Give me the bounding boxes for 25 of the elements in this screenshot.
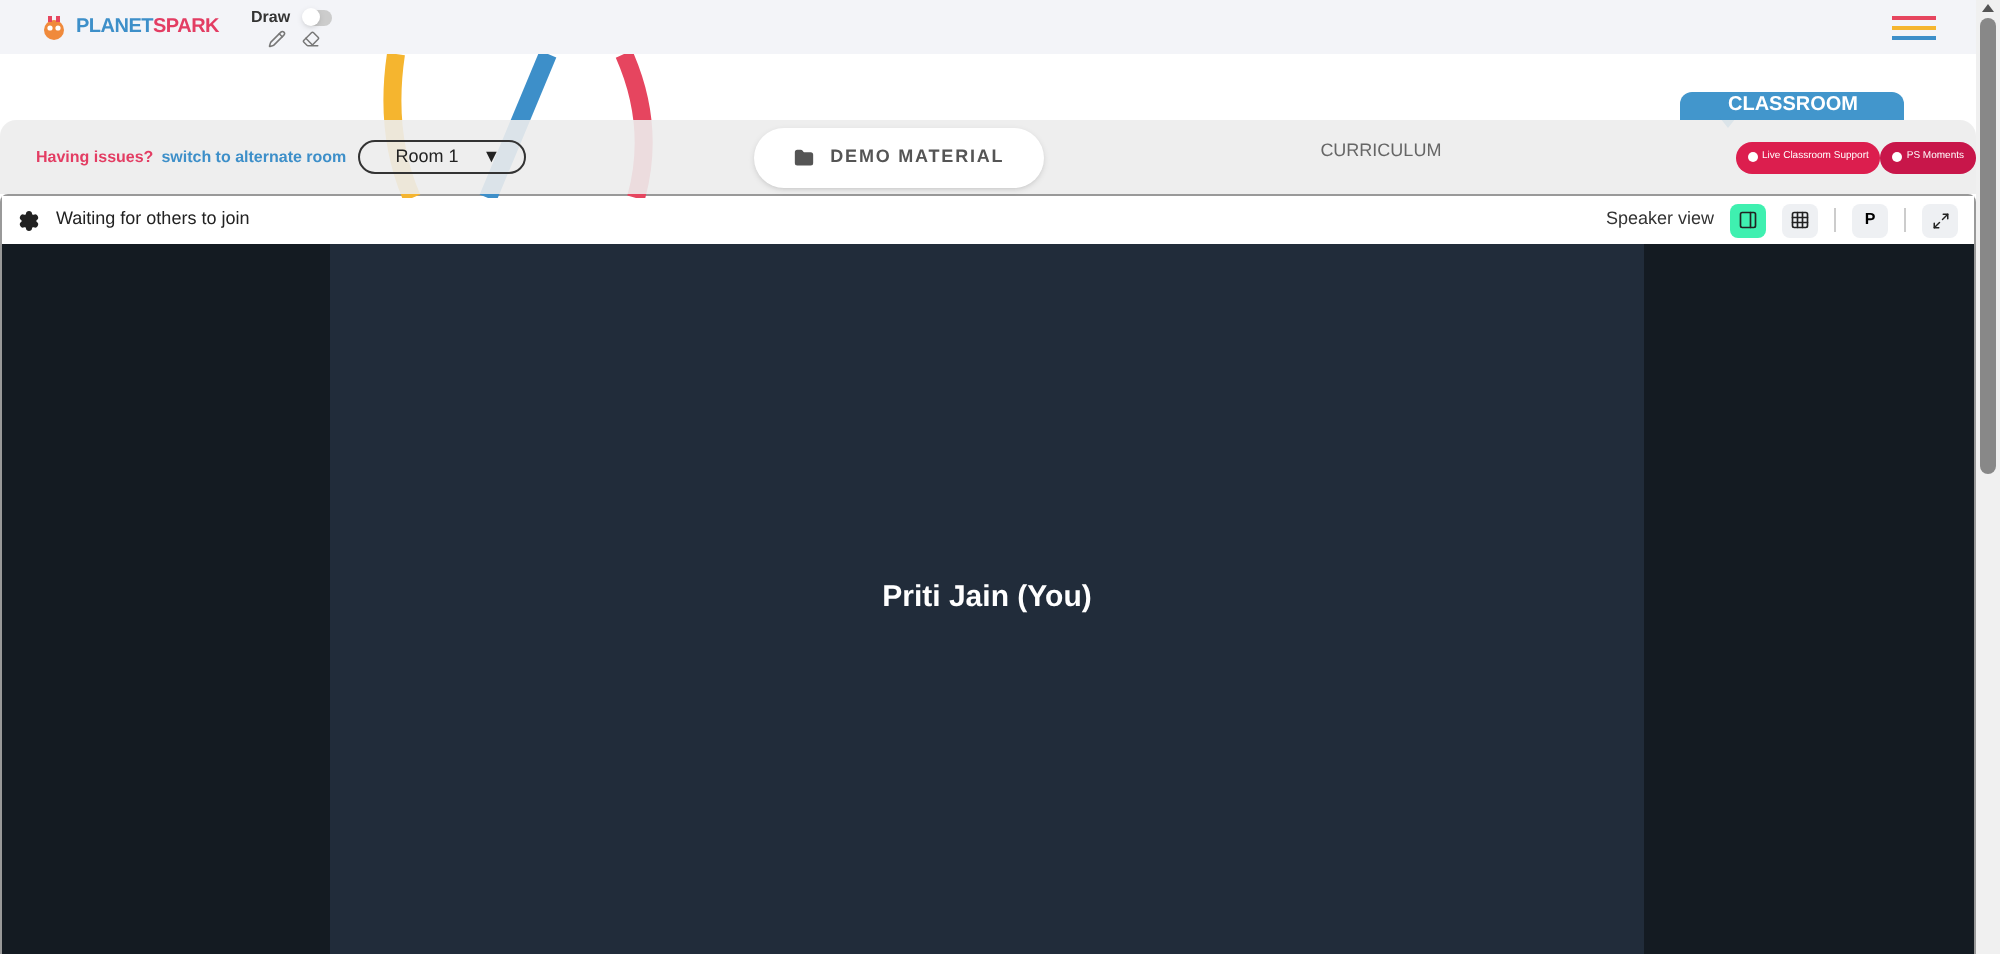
participant-name: Priti Jain (You) [882, 578, 1092, 619]
grid-view-button[interactable] [1782, 203, 1818, 237]
pencil-icon[interactable] [267, 30, 286, 48]
settings-icon[interactable] [18, 209, 40, 231]
grid-icon [1790, 210, 1810, 230]
eraser-icon[interactable] [301, 30, 320, 48]
logo-text: PLANETSPARK [76, 14, 220, 42]
mascot-icon [40, 13, 68, 41]
p-button[interactable]: P [1852, 203, 1888, 237]
scrollbar[interactable] [1976, 0, 2000, 954]
material-tab[interactable]: DEMO MATERIAL [754, 127, 1045, 187]
material-tab[interactable]: CURRICULUM [1320, 121, 1442, 181]
draw-toggle[interactable] [306, 10, 333, 26]
menu-icon[interactable] [1892, 15, 1936, 39]
expand-icon [1931, 211, 1949, 229]
folder-icon [794, 147, 815, 167]
alternate-room-link[interactable]: switch to alternate room [161, 145, 347, 169]
draw-label: Draw [251, 6, 291, 30]
view-label: Speaker view [1605, 206, 1714, 233]
status-text: Waiting for others to join [56, 206, 250, 233]
speaker-view-button[interactable] [1730, 203, 1766, 237]
room-select[interactable]: Room 1 ▼ [358, 140, 527, 174]
issue-text: Having issues? [36, 145, 154, 169]
fullscreen-button[interactable] [1922, 203, 1958, 237]
speaker-layout-icon [1738, 210, 1758, 230]
